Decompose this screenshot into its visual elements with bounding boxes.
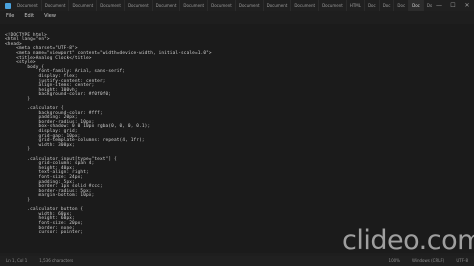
tab-16[interactable]: Doc (409, 0, 424, 11)
tab-15[interactable]: Doc (394, 0, 410, 11)
tab-4[interactable]: Document (125, 0, 153, 11)
tab-0[interactable]: Document (14, 0, 42, 11)
menu-file[interactable]: File (0, 12, 19, 21)
text-editor-area[interactable]: <!DOCTYPE html> <html lang="en"> <head> <m… (0, 24, 474, 253)
status-right-group: 100% Windows (CRLF) UTF-8 (383, 256, 474, 266)
menu-view[interactable]: View (39, 12, 61, 21)
tab-8[interactable]: Document (236, 0, 264, 11)
tab-13[interactable]: Doc (365, 0, 380, 11)
status-encoding: UTF-8 (456, 258, 468, 263)
status-line-ending: Windows (CRLF) (411, 258, 445, 263)
tab-10[interactable]: Document (291, 0, 320, 11)
window-controls: — ☐ ✕ (432, 0, 474, 11)
tab-7[interactable]: Document (208, 0, 236, 11)
status-cursor-position: Ln 1, Col 1 (6, 258, 28, 263)
tab-5[interactable]: Document (153, 0, 181, 11)
tab-2[interactable]: Document (69, 0, 98, 11)
tab-11[interactable]: Document (319, 0, 347, 11)
clideo-watermark: clideo.com (342, 225, 474, 256)
tab-9[interactable]: Document (264, 0, 292, 11)
maximize-button[interactable]: ☐ (446, 0, 460, 11)
close-button[interactable]: ✕ (460, 0, 474, 11)
code-line: cursor: pointer; (5, 230, 84, 236)
tab-17[interactable]: Doc (424, 0, 432, 11)
tab-1[interactable]: Document (42, 0, 70, 11)
tab-12[interactable]: HTML (347, 0, 365, 11)
tab-list: Document Document Document Document Document… (14, 0, 432, 11)
code-text: <!DOCTYPE html> <html lang="en"> <head> <m… (5, 29, 212, 236)
status-zoom: 100% (388, 258, 400, 263)
status-character-count: 1,536 characters (39, 258, 74, 263)
tab-6[interactable]: Document (180, 0, 209, 11)
menu-bar: File Edit View (0, 12, 474, 21)
notepad-window: Document Document Document Document Document… (0, 0, 474, 266)
minimize-button[interactable]: — (432, 0, 446, 11)
tab-3[interactable]: Document (97, 0, 125, 11)
menu-edit[interactable]: Edit (19, 12, 39, 21)
tab-14[interactable]: Doc (380, 0, 395, 11)
notepad-app-icon (5, 2, 11, 9)
tab-bar: Document Document Document Document Document… (0, 0, 474, 11)
status-bar: Ln 1, Col 1 1,536 characters 100% Window… (0, 256, 474, 266)
